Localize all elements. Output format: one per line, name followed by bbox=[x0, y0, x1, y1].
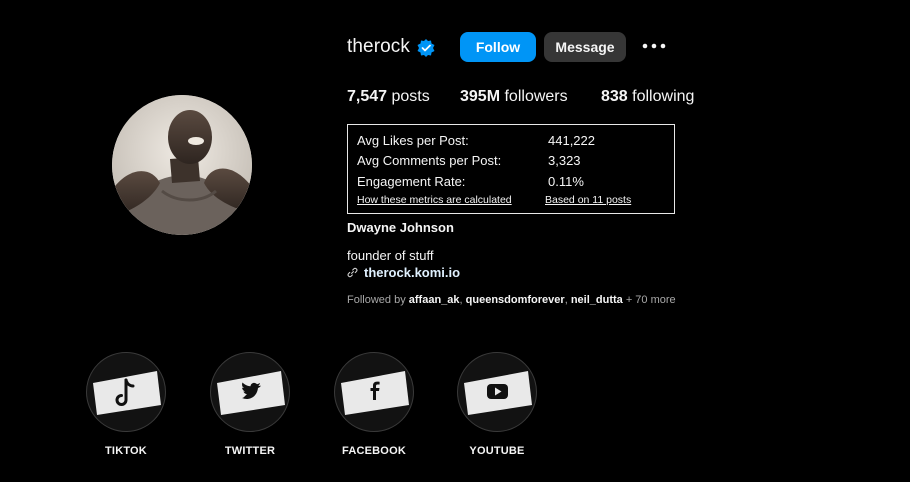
highlight-label: TIKTOK bbox=[105, 445, 147, 457]
metric-value-likes: 441,222 bbox=[548, 133, 595, 148]
highlight-cover bbox=[457, 352, 537, 432]
highlight-label: FACEBOOK bbox=[342, 445, 406, 457]
following-stat[interactable]: 838 following bbox=[601, 88, 694, 106]
posts-label: posts bbox=[391, 88, 430, 105]
highlight-tiktok[interactable]: TIKTOK bbox=[86, 352, 166, 457]
followed-by-user[interactable]: neil_dutta bbox=[571, 294, 623, 306]
posts-count: 7,547 bbox=[347, 88, 388, 105]
profile-page: therock Follow Message 7,547 posts 395M … bbox=[0, 0, 910, 482]
profile-bio: founder of stuff bbox=[347, 248, 434, 263]
followers-label: followers bbox=[504, 88, 568, 105]
followed-by-more: + 70 more bbox=[625, 294, 676, 306]
youtube-icon bbox=[464, 371, 532, 415]
highlight-cover bbox=[334, 352, 414, 432]
highlight-youtube[interactable]: YOUTUBE bbox=[457, 352, 537, 457]
highlight-facebook[interactable]: FACEBOOK bbox=[334, 352, 414, 457]
highlight-cover bbox=[86, 352, 166, 432]
metric-value-comments: 3,323 bbox=[548, 153, 581, 168]
followed-by-text[interactable]: Followed by affaan_ak, queensdomforever,… bbox=[347, 294, 676, 306]
profile-avatar[interactable] bbox=[112, 95, 252, 235]
profile-link-text: therock.komi.io bbox=[364, 265, 461, 280]
avatar-photo bbox=[112, 95, 252, 235]
highlight-twitter[interactable]: TWITTER bbox=[210, 352, 290, 457]
followers-stat[interactable]: 395M followers bbox=[460, 88, 568, 106]
metric-label-comments: Avg Comments per Post: bbox=[357, 153, 502, 168]
posts-stat: 7,547 posts bbox=[347, 88, 430, 106]
following-label: following bbox=[632, 88, 695, 105]
verified-badge-icon bbox=[417, 39, 435, 57]
followed-by-user[interactable]: affaan_ak bbox=[409, 294, 460, 306]
twitter-icon bbox=[217, 371, 285, 415]
highlight-label: TWITTER bbox=[224, 445, 276, 457]
metric-label-engagement: Engagement Rate: bbox=[357, 174, 466, 189]
profile-external-link[interactable]: therock.komi.io bbox=[347, 265, 460, 280]
followers-count: 395M bbox=[460, 88, 501, 105]
metric-label-likes: Avg Likes per Post: bbox=[357, 133, 469, 148]
followed-by-prefix: Followed by bbox=[347, 294, 406, 306]
metrics-based-on-link[interactable]: Based on 11 posts bbox=[545, 194, 631, 206]
highlight-cover bbox=[210, 352, 290, 432]
follow-button[interactable]: Follow bbox=[460, 32, 536, 62]
following-count: 838 bbox=[601, 88, 628, 105]
profile-full-name: Dwayne Johnson bbox=[347, 220, 454, 235]
metrics-panel: Avg Likes per Post: 441,222 Avg Comments… bbox=[347, 124, 675, 214]
highlight-label: YOUTUBE bbox=[469, 445, 525, 457]
metrics-how-link[interactable]: How these metrics are calculated bbox=[357, 194, 512, 206]
link-icon bbox=[347, 267, 358, 278]
tiktok-icon bbox=[93, 371, 161, 415]
more-options-icon[interactable] bbox=[642, 36, 666, 56]
followed-by-user[interactable]: queensdomforever bbox=[466, 294, 565, 306]
profile-username: therock bbox=[347, 36, 411, 57]
message-button[interactable]: Message bbox=[544, 32, 626, 62]
facebook-icon bbox=[341, 371, 409, 415]
metric-value-engagement: 0.11% bbox=[548, 174, 584, 189]
